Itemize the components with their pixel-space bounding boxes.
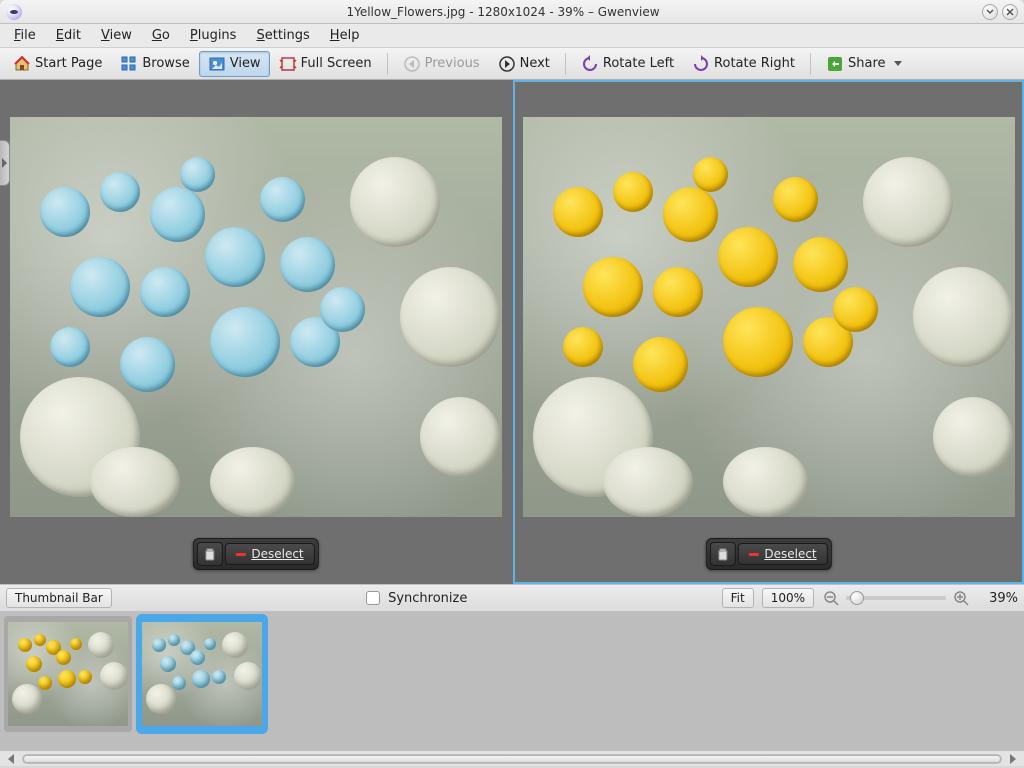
share-icon — [826, 55, 844, 73]
zoom-slider-group — [822, 589, 970, 607]
toolbar-separator — [387, 53, 388, 75]
rotate-right-label: Rotate Right — [714, 56, 795, 71]
rotate-left-icon — [581, 55, 599, 73]
toolbar-separator — [565, 53, 566, 75]
scroll-left-button[interactable] — [4, 753, 18, 765]
full-screen-label: Full Screen — [301, 56, 372, 71]
zoom-in-icon[interactable] — [952, 589, 970, 607]
thumbnail-item[interactable] — [138, 616, 266, 732]
horizontal-scrollbar[interactable] — [0, 750, 1024, 766]
x-icon — [1006, 8, 1014, 16]
trash-icon — [715, 547, 729, 561]
trash-icon — [202, 547, 216, 561]
scrollbar-track[interactable] — [22, 754, 1002, 764]
pane-controls-right: Deselect — [705, 538, 831, 570]
menu-settings[interactable]: Settings — [246, 26, 319, 45]
menu-file[interactable]: File — [4, 26, 46, 45]
view-button[interactable]: View — [199, 51, 270, 77]
zoom-fit-button[interactable]: Fit — [722, 588, 754, 608]
deselect-button[interactable]: Deselect — [737, 543, 827, 565]
fullscreen-icon — [279, 55, 297, 73]
next-label: Next — [520, 56, 550, 71]
menu-view[interactable]: View — [91, 26, 142, 45]
zoom-slider[interactable] — [846, 596, 946, 600]
grid-icon — [120, 55, 138, 73]
previous-button[interactable]: Previous — [394, 51, 489, 77]
full-screen-button[interactable]: Full Screen — [270, 51, 381, 77]
previous-label: Previous — [425, 56, 480, 71]
zoom-out-icon[interactable] — [822, 589, 840, 607]
rotate-left-label: Rotate Left — [603, 56, 674, 71]
triangle-left-icon — [8, 754, 14, 764]
share-button[interactable]: Share — [817, 51, 911, 77]
view-label: View — [230, 56, 261, 71]
pane-controls-left: Deselect — [192, 538, 318, 570]
zoom-100-button[interactable]: 100% — [762, 588, 814, 608]
scroll-right-button[interactable] — [1006, 753, 1020, 765]
next-icon — [498, 55, 516, 73]
browse-label: Browse — [142, 56, 189, 71]
rotate-left-button[interactable]: Rotate Left — [572, 51, 683, 77]
home-icon — [13, 55, 31, 73]
share-label: Share — [848, 56, 886, 71]
trash-button[interactable] — [709, 542, 735, 566]
thumbnail-bar-toggle[interactable]: Thumbnail Bar — [6, 588, 112, 608]
image-display-right — [523, 117, 1015, 517]
image-pane-left[interactable]: Deselect — [0, 80, 511, 584]
toolbar-separator — [810, 53, 811, 75]
thumbnail-item[interactable] — [4, 616, 132, 732]
scrollbar-thumb[interactable] — [23, 755, 1001, 763]
title-bar: 1Yellow_Flowers.jpg - 1280x1024 - 39% – … — [0, 0, 1024, 24]
menu-go[interactable]: Go — [142, 26, 180, 45]
synchronize-checkbox[interactable] — [366, 591, 380, 605]
deselect-label: Deselect — [764, 547, 816, 561]
minimize-button[interactable] — [982, 4, 998, 20]
menu-bar: File Edit View Go Plugins Settings Help — [0, 24, 1024, 48]
image-viewer-area: Deselect — [0, 80, 1024, 584]
previous-icon — [403, 55, 421, 73]
minus-icon — [748, 553, 758, 556]
synchronize-label: Synchronize — [388, 591, 467, 606]
main-toolbar: Start Page Browse View Full Screen Previ… — [0, 48, 1024, 80]
trash-button[interactable] — [196, 542, 222, 566]
close-button[interactable] — [1002, 4, 1018, 20]
zoom-current-label: 39% — [978, 591, 1018, 606]
window-title: 1Yellow_Flowers.jpg - 1280x1024 - 39% – … — [28, 5, 978, 19]
image-icon — [208, 55, 226, 73]
dropdown-caret-icon — [894, 61, 902, 66]
menu-help[interactable]: Help — [320, 26, 370, 45]
menu-plugins[interactable]: Plugins — [180, 26, 247, 45]
minus-icon — [235, 553, 245, 556]
next-button[interactable]: Next — [489, 51, 559, 77]
app-icon — [6, 4, 22, 20]
image-pane-right[interactable]: Deselect — [513, 80, 1024, 584]
browse-button[interactable]: Browse — [111, 51, 198, 77]
rotate-right-icon — [692, 55, 710, 73]
menu-edit[interactable]: Edit — [46, 26, 91, 45]
start-page-label: Start Page — [35, 56, 102, 71]
start-page-button[interactable]: Start Page — [4, 51, 111, 77]
rotate-right-button[interactable]: Rotate Right — [683, 51, 804, 77]
deselect-button[interactable]: Deselect — [224, 543, 314, 565]
thumbnail-strip — [0, 612, 1024, 750]
chevron-down-icon — [986, 8, 994, 16]
options-bar: Thumbnail Bar Synchronize Fit 100% 39% — [0, 584, 1024, 612]
deselect-label: Deselect — [251, 547, 303, 561]
image-display-left — [10, 117, 502, 517]
triangle-right-icon — [1010, 754, 1016, 764]
